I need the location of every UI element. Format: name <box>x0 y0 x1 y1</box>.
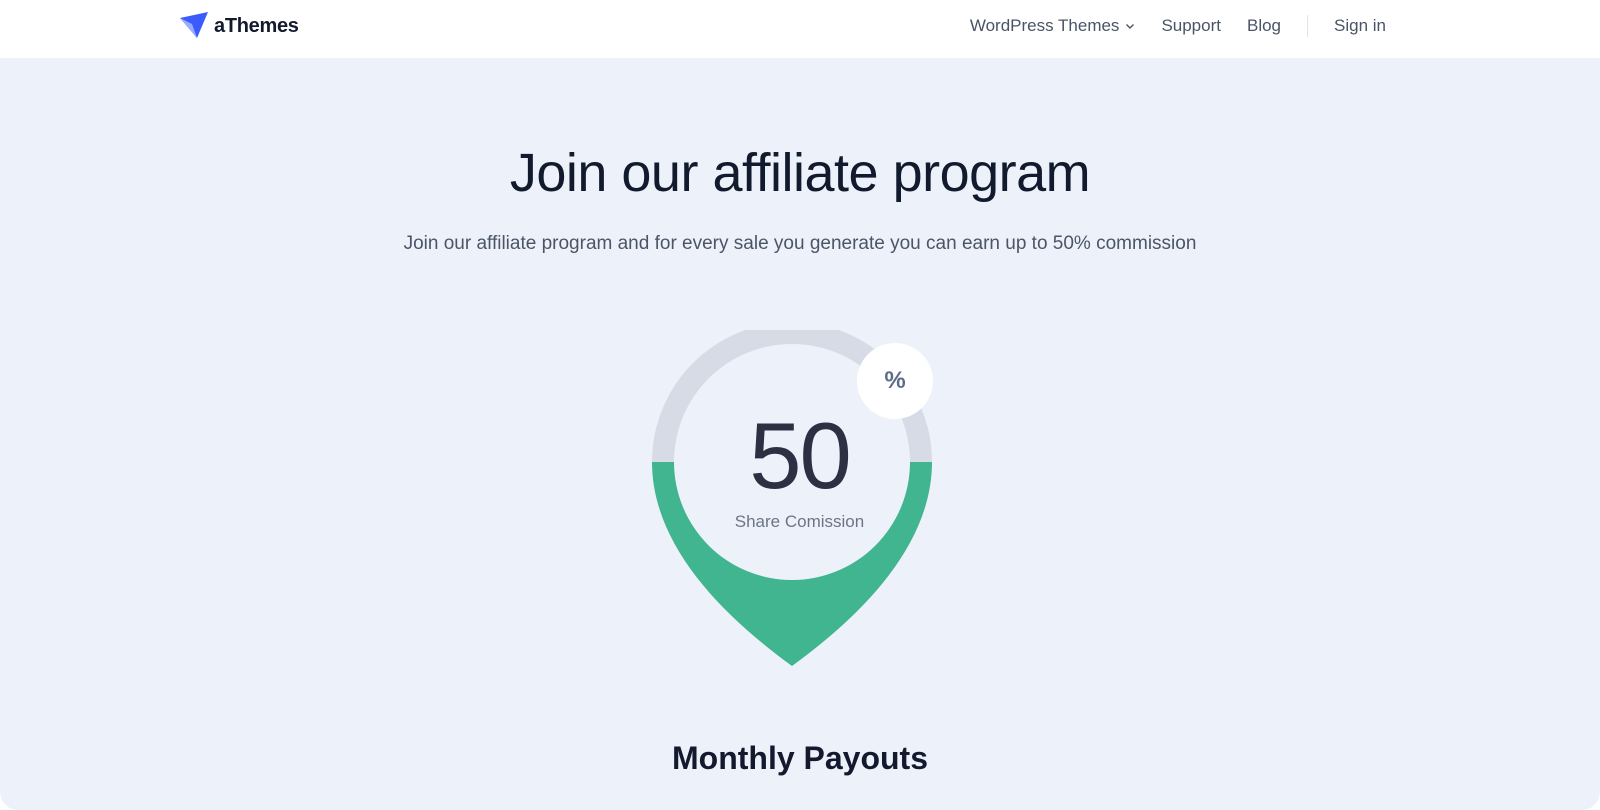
nav-divider <box>1307 15 1309 37</box>
page-subtitle: Join our affiliate program and for every… <box>403 233 1197 254</box>
commission-label: Share Comission <box>734 512 865 531</box>
nav-wordpress-themes-label: WordPress Themes <box>969 16 1120 35</box>
logo-link[interactable]: aThemes <box>180 12 299 40</box>
hero-section: Join our affiliate program Join our affi… <box>0 58 1600 810</box>
commission-value: 50 <box>749 403 852 508</box>
nav-sign-in[interactable]: Sign in <box>1334 16 1386 36</box>
site-header: aThemes WordPress Themes Support Blog Si… <box>0 0 1600 58</box>
logo-text: aThemes <box>214 14 299 37</box>
commission-gauge: % 50 Share Comission <box>652 330 952 690</box>
chevron-down-icon <box>1126 24 1135 29</box>
nav-support[interactable]: Support <box>1161 16 1221 36</box>
nav-blog[interactable]: Blog <box>1247 16 1281 36</box>
main-nav: WordPress Themes Support Blog Sign in <box>970 0 1386 52</box>
monthly-payouts-heading: Monthly Payouts <box>671 740 928 776</box>
paper-plane-icon <box>180 12 208 38</box>
page-title: Join our affiliate program <box>509 143 1091 203</box>
nav-wordpress-themes[interactable]: WordPress Themes <box>970 16 1136 36</box>
